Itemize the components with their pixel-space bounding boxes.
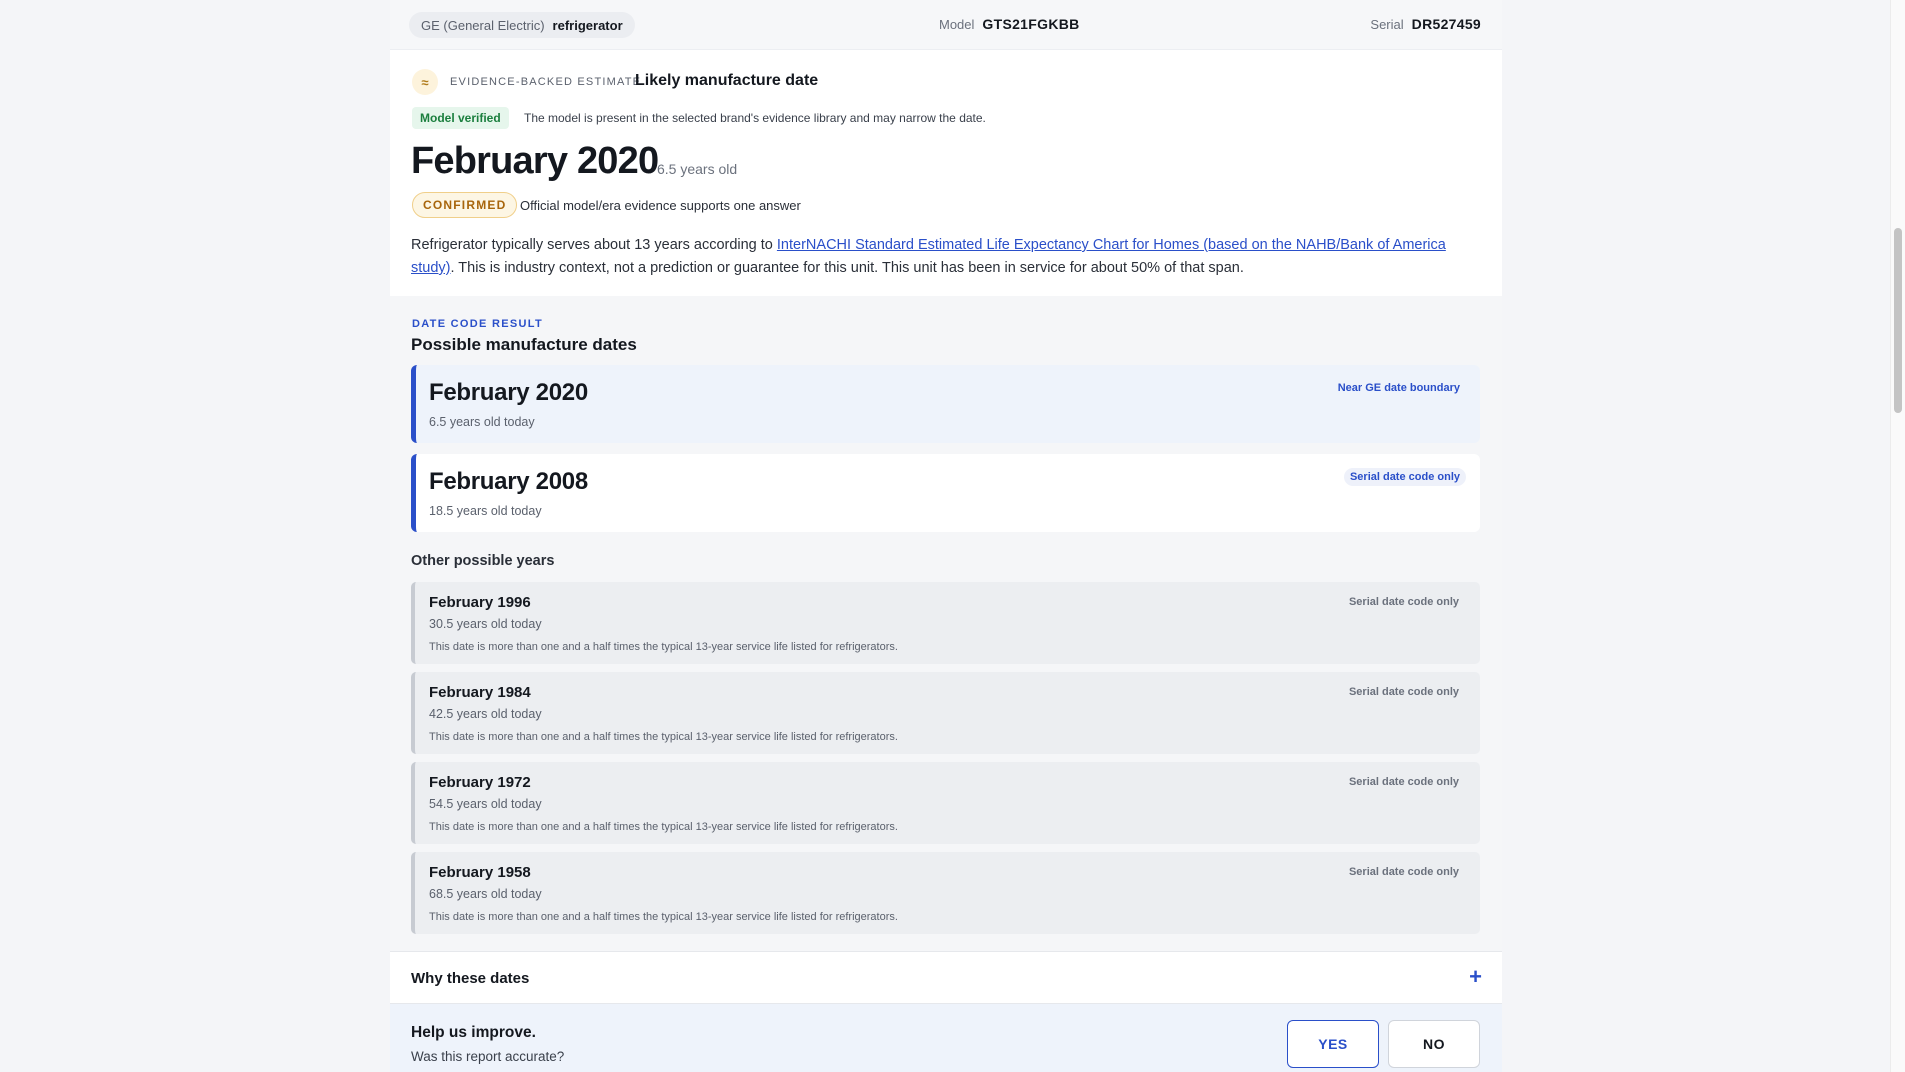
date-code-eyebrow: DATE CODE RESULT (412, 318, 544, 330)
alt-note: This date is more than one and a half ti… (429, 821, 898, 833)
alt-tag: Serial date code only (1348, 866, 1459, 878)
confirmed-note: Official model/era evidence supports one… (520, 198, 801, 213)
plus-icon[interactable]: + (1469, 964, 1482, 990)
scrollbar-thumb[interactable] (1894, 228, 1902, 413)
brand-name: GE (General Electric) (421, 17, 545, 33)
why-these-dates-label: Why these dates (411, 970, 530, 987)
alt-tag: Serial date code only (1348, 776, 1459, 788)
model-verified-badge: Model verified (412, 107, 509, 129)
model-label: Model (939, 17, 975, 32)
context-prefix: Refrigerator typically serves about 13 y… (411, 237, 777, 253)
date-card: February 2008 18.5 years old today Seria… (411, 454, 1480, 532)
estimate-title: Likely manufacture date (635, 72, 819, 89)
likely-age: 6.5 years old (657, 161, 738, 177)
alt-date: February 1958 (429, 864, 531, 881)
alt-date-card: February 1996 30.5 years old today This … (411, 582, 1480, 664)
date-card-tag: Serial date code only (1343, 468, 1466, 486)
date-card-date: February 2008 (429, 468, 588, 495)
date-card-age: 18.5 years old today (429, 504, 542, 518)
alt-date-card: February 1984 42.5 years old today This … (411, 672, 1480, 754)
date-card: February 2020 6.5 years old today Near G… (411, 365, 1480, 443)
context-suffix: . This is industry context, not a predic… (450, 260, 1244, 276)
appliance-type: refrigerator (552, 17, 623, 33)
other-years-title: Other possible years (411, 553, 555, 569)
alt-note: This date is more than one and a half ti… (429, 911, 898, 923)
alt-date-card: February 1972 54.5 years old today This … (411, 762, 1480, 844)
alt-age: 42.5 years old today (429, 707, 542, 721)
date-card-tag: Near GE date boundary (1337, 382, 1460, 394)
date-code-title: Possible manufacture dates (411, 335, 637, 354)
why-these-dates-toggle[interactable]: Why these dates + (390, 951, 1502, 1004)
estimate-eyebrow: EVIDENCE-BACKED ESTIMATE (450, 76, 642, 88)
alt-date: February 1984 (429, 684, 531, 701)
alt-date-card: February 1958 68.5 years old today This … (411, 852, 1480, 934)
brand-pill: GE (General Electric) refrigerator (409, 12, 635, 38)
alt-note: This date is more than one and a half ti… (429, 641, 898, 653)
no-button[interactable]: NO (1388, 1020, 1480, 1068)
appliance-header: GE (General Electric) refrigerator Model… (390, 0, 1502, 50)
alt-tag: Serial date code only (1348, 686, 1459, 698)
alt-note: This date is more than one and a half ti… (429, 731, 898, 743)
confirmed-badge: CONFIRMED (412, 192, 518, 218)
alt-tag: Serial date code only (1348, 596, 1459, 608)
serial-info: Serial DR527459 (1370, 16, 1481, 32)
model-value: GTS21FGKBB (982, 16, 1080, 32)
alt-age: 30.5 years old today (429, 617, 542, 631)
date-card-date: February 2020 (429, 379, 588, 406)
service-life-context: Refrigerator typically serves about 13 y… (411, 234, 1491, 280)
scrollbar[interactable] (1890, 0, 1905, 1072)
model-info: Model GTS21FGKBB (939, 16, 1080, 32)
serial-value: DR527459 (1411, 16, 1481, 32)
feedback-panel: Help us improve. Was this report accurat… (390, 1004, 1502, 1072)
approximate-icon: ≈ (412, 69, 438, 95)
model-verified-note: The model is present in the selected bra… (524, 111, 986, 125)
feedback-title: Help us improve. (411, 1024, 536, 1041)
alt-date: February 1972 (429, 774, 531, 791)
alt-age: 68.5 years old today (429, 887, 542, 901)
likely-date: February 2020 (411, 140, 659, 182)
feedback-question: Was this report accurate? (411, 1049, 565, 1064)
serial-label: Serial (1370, 17, 1404, 32)
date-card-age: 6.5 years old today (429, 415, 535, 429)
alt-date: February 1996 (429, 594, 531, 611)
alt-age: 54.5 years old today (429, 797, 542, 811)
yes-button[interactable]: YES (1287, 1020, 1379, 1068)
